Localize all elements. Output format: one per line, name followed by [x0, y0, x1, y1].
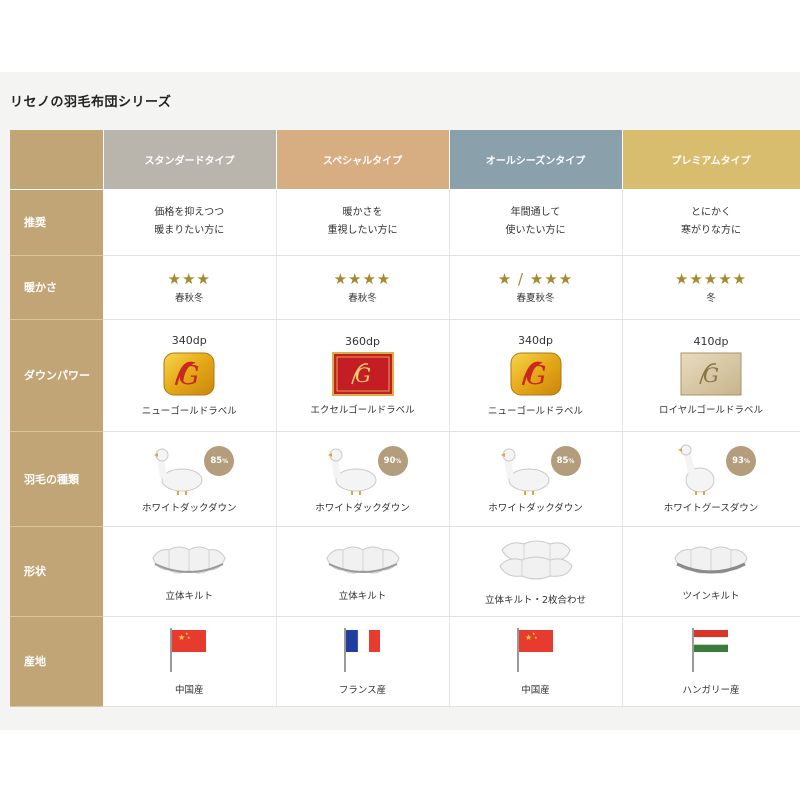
excel-gold-label-icon: G [331, 351, 394, 396]
table-row-warmth: 暖かさ ★★★ 春秋冬 ★★★★ 春秋冬 ★ / ★★★ 春夏秋冬 ★★★★★ 冬 [10, 255, 800, 320]
origin-name: 中国産 [521, 685, 550, 696]
origin-cell: ハンガリー産 [622, 616, 800, 707]
shape-name: 立体キルト [338, 591, 387, 602]
feather-cell: 90% ホワイトダックダウン [276, 431, 450, 527]
downpower-value: 340dp [171, 333, 207, 347]
page-title: リセノの羽毛布団シリーズ [10, 95, 172, 110]
table-row-recommend: 推奨 価格を抑えつつ 暖まりたい方に 暖かさを 重視したい方に 年間通して 使いたい方… [10, 189, 800, 256]
warmth-cell: ★★★★ 春秋冬 [276, 255, 450, 320]
svg-text:★: ★ [534, 635, 538, 640]
shape-cell: 立体キルト・2枚合わせ [449, 526, 623, 617]
china-flag-icon: ★ ★ ★ [516, 628, 553, 672]
goose-icon [678, 444, 715, 495]
downpower-cell: 410dp G ロイヤルゴールドラベル [622, 319, 800, 432]
shape-name: ツインキルト [682, 591, 740, 602]
twin-quilt-icon [674, 546, 748, 574]
recommend-cell: とにかく 寒がりな方に [622, 189, 800, 256]
season-label: 春秋冬 [348, 292, 377, 304]
feather-cell: 93% ホワイトグースダウン [622, 431, 800, 527]
downpower-value: 340dp [518, 333, 553, 347]
origin-cell: ★ ★ ★ 中国産 [103, 616, 277, 707]
origin-cell: フランス産 [276, 616, 450, 707]
row-label-shape: 形状 [10, 526, 103, 617]
column-header-all-season: オールシーズンタイプ [449, 130, 623, 190]
china-flag-icon: ★ ★ ★ [170, 628, 207, 672]
duck-icon [500, 448, 549, 495]
label-name: ニューゴールドラベル [141, 405, 237, 417]
svg-text:★: ★ [187, 635, 191, 640]
table-header-row: スタンダードタイプ スペシャルタイプ オールシーズンタイプ プレミアムタイプ [10, 130, 800, 190]
row-label-origin: 産地 [10, 616, 103, 707]
downpower-cell: 360dp G エクセルゴールドラベル [276, 319, 450, 432]
season-label: 冬 [706, 292, 716, 304]
downpower-cell: 340dp G ニューゴールドラベル [449, 319, 623, 432]
recommend-cell: 価格を抑えつつ 暖まりたい方に [103, 189, 277, 256]
warmth-cell: ★★★★★ 冬 [622, 255, 800, 320]
row-label-feather: 羽毛の種類 [10, 431, 103, 527]
down-percent-badge: 85% [204, 445, 235, 476]
table-row-feather: 羽毛の種類 85% ホワイトダックダウン 90% ホワイトダックダウン 85% … [10, 431, 800, 527]
label-name: ニューゴールドラベル [487, 405, 583, 417]
down-percent-badge: 93% [726, 445, 756, 476]
row-label-recommend: 推奨 [10, 189, 103, 256]
table-row-origin: 産地 ★ ★ ★ 中国産 フランス産 ★ ★ ★ 中国産 ハンガリー産 [10, 616, 800, 707]
new-gold-label-icon: G [163, 352, 215, 395]
star-rating: ★★★★★ [674, 269, 748, 288]
down-percent-badge: 90% [377, 445, 408, 476]
hungary-flag-icon [692, 628, 729, 672]
column-header-special: スペシャルタイプ [276, 130, 450, 190]
shape-name: 立体キルト・2枚合わせ [484, 595, 587, 606]
recommend-cell: 年間通して 使いたい方に [449, 189, 623, 256]
star-rating: ★ / ★★★ [497, 269, 574, 288]
season-label: 春秋冬 [174, 292, 204, 304]
warmth-cell: ★★★ 春秋冬 [103, 255, 277, 320]
shape-cell: 立体キルト [103, 526, 277, 617]
down-percent-badge: 85% [550, 445, 581, 476]
two-layer-quilt-icon [498, 540, 573, 580]
row-label-downpower: ダウンパワー [10, 319, 103, 432]
feather-name: ホワイトダックダウン [141, 502, 237, 514]
feather-name: ホワイトダックダウン [315, 502, 410, 514]
downpower-value: 360dp [345, 334, 380, 348]
star-rating: ★★★ [167, 269, 211, 288]
shape-cell: 立体キルト [276, 526, 450, 617]
row-label-warmth: 暖かさ [10, 255, 103, 320]
table-row-downpower: ダウンパワー 340dp G ニューゴールドラベル 360dp G エクセルゴー… [10, 319, 800, 432]
quilt-icon [325, 546, 400, 574]
quilt-icon [152, 546, 226, 574]
comparison-table: スタンダードタイプ スペシャルタイプ オールシーズンタイプ プレミアムタイプ 推… [10, 130, 800, 707]
downpower-value: 410dp [693, 334, 729, 348]
warmth-cell: ★ / ★★★ 春夏秋冬 [449, 255, 623, 320]
new-gold-label-icon: G [510, 352, 561, 395]
svg-text:G: G [703, 363, 719, 387]
origin-name: 中国産 [174, 685, 204, 696]
svg-text:G: G [355, 363, 371, 387]
feather-name: ホワイトダックダウン [488, 502, 583, 514]
france-flag-icon [343, 628, 380, 672]
origin-cell: ★ ★ ★ 中国産 [449, 616, 623, 707]
duck-icon [154, 448, 203, 495]
feather-cell: 85% ホワイトダックダウン [449, 431, 623, 527]
feather-cell: 85% ホワイトダックダウン [103, 431, 277, 527]
shape-name: 立体キルト [165, 591, 213, 602]
label-name: エクセルゴールドラベル [310, 404, 415, 416]
downpower-cell: 340dp G ニューゴールドラベル [103, 319, 277, 432]
season-label: 春夏秋冬 [516, 292, 555, 304]
feather-name: ホワイトグースダウン [663, 502, 759, 514]
corner-cell [10, 130, 104, 190]
shape-cell: ツインキルト [622, 526, 800, 617]
column-header-premium: プレミアムタイプ [622, 130, 800, 190]
recommend-cell: 暖かさを 重視したい方に [276, 189, 450, 256]
column-header-standard: スタンダードタイプ [103, 130, 277, 190]
duck-icon [327, 448, 376, 495]
royal-gold-label-icon: G [680, 352, 742, 395]
star-rating: ★★★★ [333, 269, 392, 288]
label-name: ロイヤルゴールドラベル [658, 404, 764, 416]
origin-name: ハンガリー産 [682, 685, 740, 696]
table-row-shape: 形状 立体キルト 立体キルト 立体キルト・2枚合わせ ツインキルト [10, 526, 800, 617]
origin-name: フランス産 [338, 685, 387, 696]
